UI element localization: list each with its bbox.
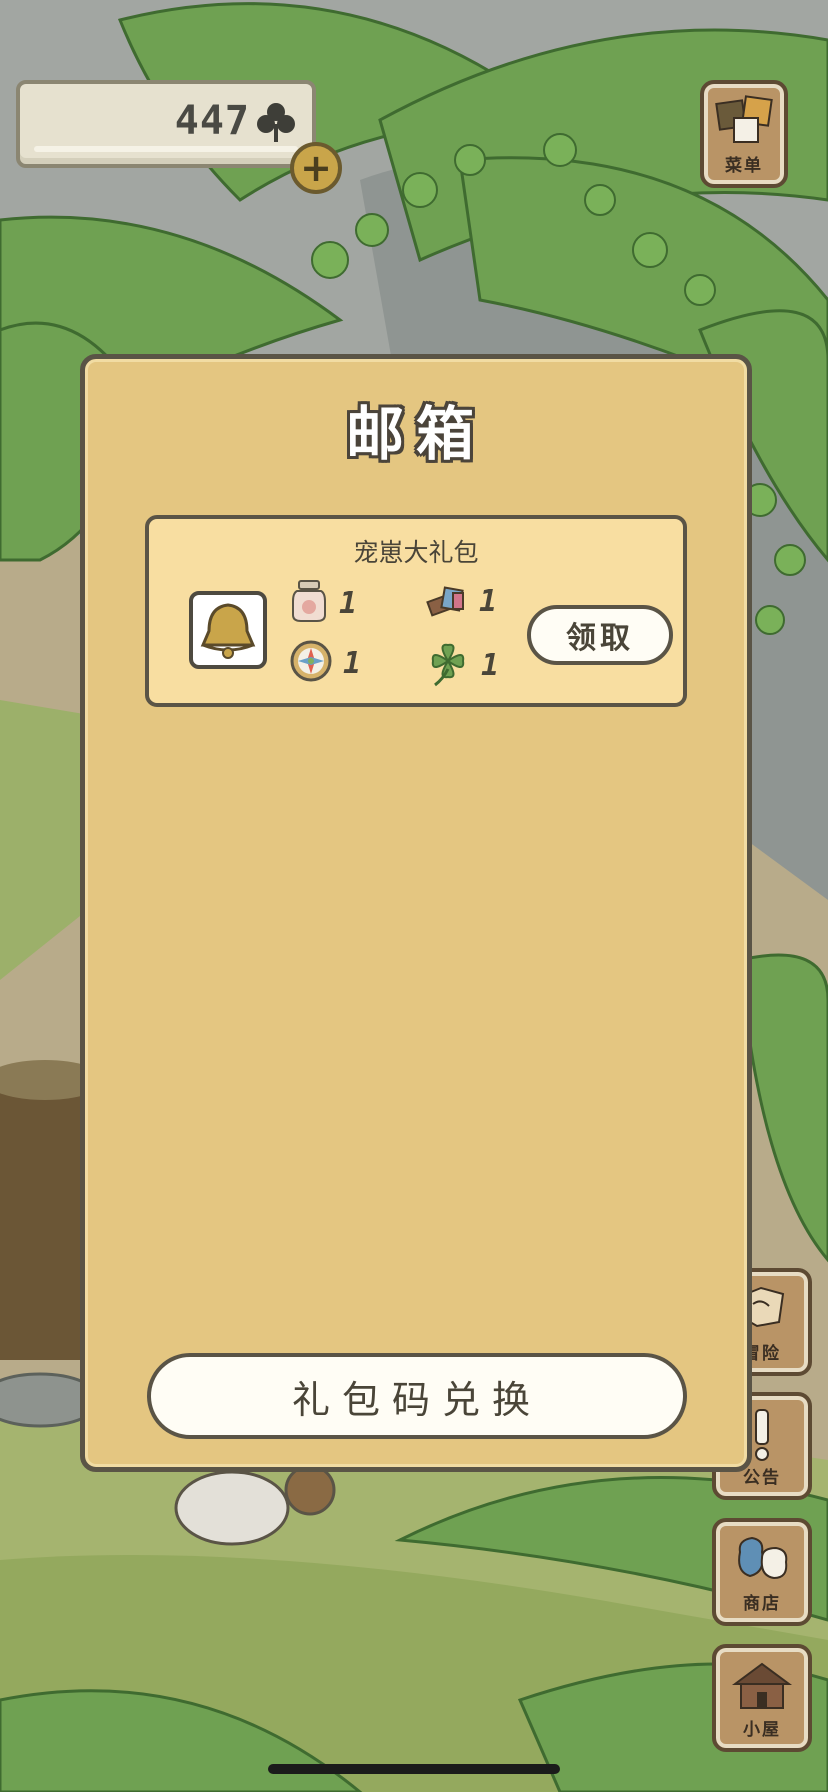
clover-counter: 447	[16, 80, 316, 168]
mailbox-title: 邮箱	[345, 400, 486, 468]
menu-button[interactable]: 菜单	[700, 80, 788, 188]
jar-icon	[289, 579, 329, 627]
mailbox-panel: 邮箱 宠崽大礼包 1 1 1 1 领取 礼包码兑换	[80, 354, 752, 1472]
claim-button[interactable]: 领取	[527, 605, 673, 665]
bread-qty: 1	[479, 583, 498, 619]
home-indicator[interactable]	[268, 1764, 560, 1774]
bell-icon	[189, 591, 267, 669]
clover-icon	[254, 100, 298, 148]
compass-qty: 1	[343, 645, 362, 681]
redeem-code-button[interactable]: 礼包码兑换	[147, 1353, 687, 1439]
compass-icon	[289, 639, 333, 687]
shop-bags-icon	[732, 1532, 792, 1588]
house-icon	[731, 1658, 793, 1716]
add-clover-button[interactable]: +	[290, 142, 342, 194]
house-label: 小屋	[743, 1720, 781, 1740]
menu-label: 菜单	[725, 156, 763, 176]
clover-count: 447	[174, 98, 250, 144]
house-button[interactable]: 小屋	[712, 1644, 812, 1752]
clover-qty: 1	[481, 647, 500, 683]
reward-bread: 1	[425, 579, 497, 623]
jar-qty: 1	[339, 585, 358, 621]
reward-clover: 1	[425, 639, 499, 691]
bread-icon	[425, 579, 469, 623]
reward-compass: 1	[289, 639, 361, 687]
shop-button[interactable]: 商店	[712, 1518, 812, 1626]
shop-label: 商店	[743, 1594, 781, 1614]
mail-item: 宠崽大礼包 1 1 1 1 领取	[145, 515, 687, 707]
notice-label: 公告	[743, 1468, 781, 1488]
clover-icon	[425, 639, 471, 691]
counter-bar	[34, 146, 298, 152]
reward-jar: 1	[289, 579, 357, 627]
mail-item-title: 宠崽大礼包	[353, 538, 479, 567]
menu-cards-icon	[714, 94, 774, 152]
